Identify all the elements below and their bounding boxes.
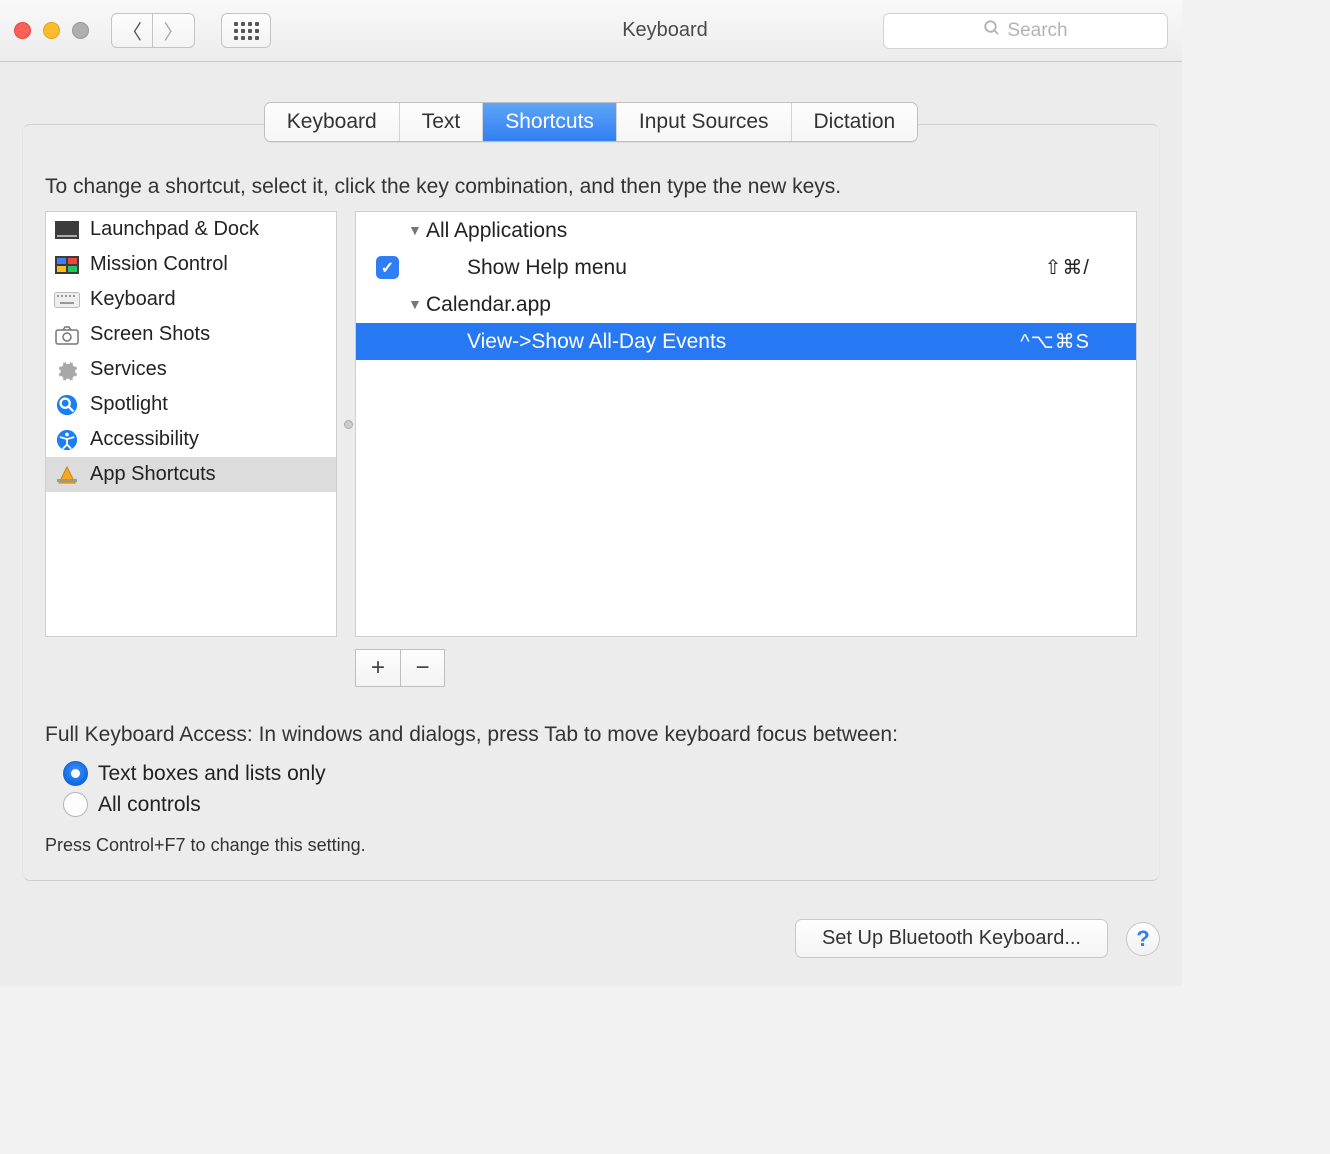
shortcuts-columns: Launchpad & Dock Mission Control Keyboar…	[45, 211, 1137, 637]
radio-text-boxes-only[interactable]: Text boxes and lists only	[63, 761, 1137, 786]
category-list[interactable]: Launchpad & Dock Mission Control Keyboar…	[45, 211, 337, 637]
zoom-window-button[interactable]	[72, 22, 89, 39]
add-shortcut-button[interactable]: +	[355, 649, 400, 687]
chevron-left-icon: 〈	[122, 16, 142, 45]
tab-shortcuts[interactable]: Shortcuts	[483, 103, 617, 141]
gear-icon	[54, 359, 80, 381]
camera-icon	[54, 324, 80, 346]
sidebar-item-label: Services	[90, 358, 167, 381]
sidebar-item-label: Launchpad & Dock	[90, 218, 259, 241]
spotlight-icon	[54, 394, 80, 416]
sidebar-item-screen-shots[interactable]: Screen Shots	[46, 317, 336, 352]
tab-text[interactable]: Text	[400, 103, 484, 141]
tab-input-sources[interactable]: Input Sources	[617, 103, 792, 141]
keyboard-icon	[54, 289, 80, 311]
sidebar-item-keyboard[interactable]: Keyboard	[46, 282, 336, 317]
sidebar-item-accessibility[interactable]: Accessibility	[46, 422, 336, 457]
shortcut-keys[interactable]: ⇧⌘/	[1045, 255, 1136, 280]
remove-shortcut-button[interactable]: −	[400, 649, 445, 687]
instruction-text: To change a shortcut, select it, click t…	[45, 175, 1137, 199]
full-keyboard-access-label: Full Keyboard Access: In windows and dia…	[45, 723, 1137, 747]
shortcut-keys[interactable]: ^⌥⌘S	[1020, 329, 1136, 354]
nav-buttons: 〈 〉	[111, 13, 195, 48]
minimize-window-button[interactable]	[43, 22, 60, 39]
search-field[interactable]: Search	[883, 13, 1168, 49]
grid-icon	[234, 22, 259, 40]
close-window-button[interactable]	[14, 22, 31, 39]
accessibility-icon	[54, 429, 80, 451]
tab-bar: Keyboard Text Shortcuts Input Sources Di…	[22, 102, 1160, 142]
footer: Set Up Bluetooth Keyboard... ?	[0, 901, 1182, 986]
shortcut-detail-list[interactable]: ▼ All Applications ✓ Show Help menu ⇧⌘/ …	[355, 211, 1137, 637]
sidebar-item-label: Screen Shots	[90, 323, 210, 346]
resize-handle[interactable]	[344, 420, 353, 429]
sidebar-item-app-shortcuts[interactable]: App Shortcuts	[46, 457, 336, 492]
minus-icon: −	[415, 654, 429, 682]
checkbox-checked[interactable]: ✓	[376, 256, 399, 279]
group-calendar-app[interactable]: ▼ Calendar.app	[356, 286, 1136, 323]
back-button[interactable]: 〈	[111, 13, 153, 48]
sidebar-item-label: Spotlight	[90, 393, 168, 416]
sidebar-item-label: Accessibility	[90, 428, 199, 451]
mission-control-icon	[54, 254, 80, 276]
sidebar-item-label: App Shortcuts	[90, 463, 216, 486]
search-icon	[983, 19, 1001, 43]
keyboard-preferences-window: 〈 〉 Keyboard Search Keyboard Text	[0, 0, 1182, 986]
shortcut-row-show-all-day-events[interactable]: View->Show All-Day Events ^⌥⌘S	[356, 323, 1136, 360]
radio-label: Text boxes and lists only	[98, 762, 326, 786]
radio-button-selected[interactable]	[63, 761, 88, 786]
sidebar-item-launchpad[interactable]: Launchpad & Dock	[46, 212, 336, 247]
shortcuts-panel: To change a shortcut, select it, click t…	[22, 124, 1160, 881]
tab-dictation[interactable]: Dictation	[792, 103, 918, 141]
sidebar-item-spotlight[interactable]: Spotlight	[46, 387, 336, 422]
disclosure-triangle-icon: ▼	[408, 222, 422, 238]
disclosure-triangle-icon: ▼	[408, 296, 422, 312]
show-all-button[interactable]	[221, 13, 271, 48]
sidebar-item-label: Mission Control	[90, 253, 228, 276]
titlebar: 〈 〉 Keyboard Search	[0, 0, 1182, 62]
app-shortcuts-icon	[54, 464, 80, 486]
content-area: Keyboard Text Shortcuts Input Sources Di…	[0, 62, 1182, 901]
radio-button[interactable]	[63, 792, 88, 817]
hint-text: Press Control+F7 to change this setting.	[45, 835, 1137, 856]
sidebar-item-label: Keyboard	[90, 288, 176, 311]
window-controls	[14, 22, 89, 39]
tab-keyboard[interactable]: Keyboard	[265, 103, 400, 141]
help-icon: ?	[1136, 926, 1149, 952]
shortcut-row-show-help[interactable]: ✓ Show Help menu ⇧⌘/	[356, 249, 1136, 286]
chevron-right-icon: 〉	[164, 16, 184, 45]
search-placeholder: Search	[1007, 20, 1067, 42]
plus-icon: +	[371, 654, 385, 682]
shortcut-label: Show Help menu	[415, 256, 627, 280]
sidebar-item-mission-control[interactable]: Mission Control	[46, 247, 336, 282]
help-button[interactable]: ?	[1126, 922, 1160, 956]
sidebar-item-services[interactable]: Services	[46, 352, 336, 387]
shortcut-label: View->Show All-Day Events	[415, 330, 726, 354]
launchpad-icon	[54, 219, 80, 241]
group-all-applications[interactable]: ▼ All Applications	[356, 212, 1136, 249]
add-remove-buttons: + −	[355, 649, 1137, 687]
fka-radio-group: Text boxes and lists only All controls	[63, 761, 1137, 817]
bluetooth-keyboard-button[interactable]: Set Up Bluetooth Keyboard...	[795, 919, 1108, 958]
forward-button[interactable]: 〉	[153, 13, 195, 48]
radio-label: All controls	[98, 793, 201, 817]
radio-all-controls[interactable]: All controls	[63, 792, 1137, 817]
group-label: Calendar.app	[426, 293, 551, 317]
group-label: All Applications	[426, 219, 567, 243]
